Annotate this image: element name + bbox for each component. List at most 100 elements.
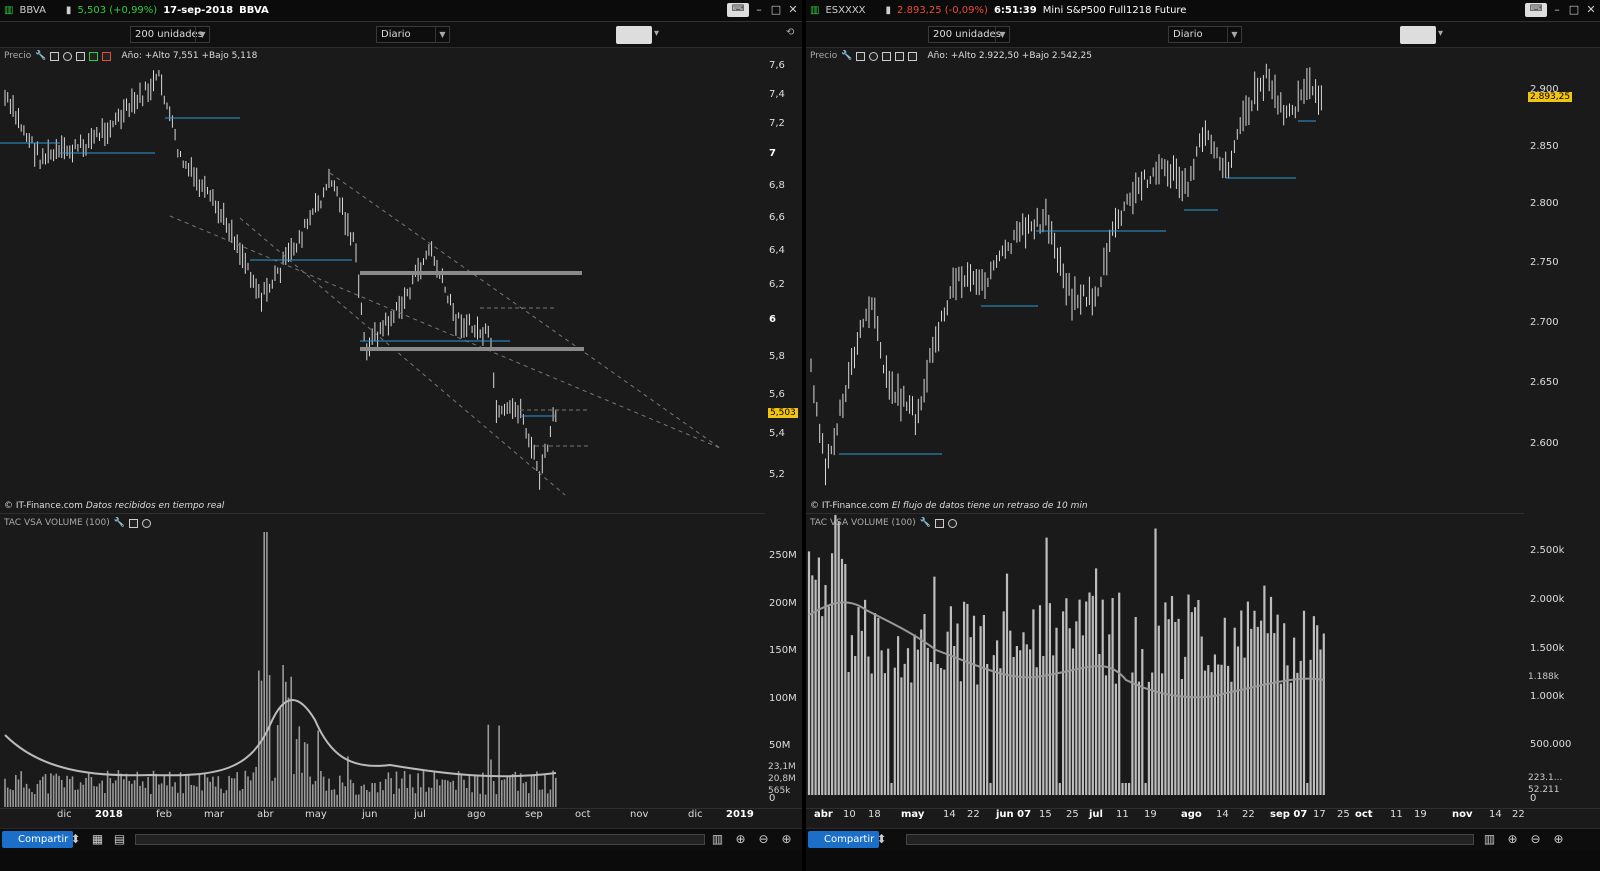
x-tick-label: nov [630,809,649,820]
right-units-value: 200 unidades [933,29,1001,40]
volume-tag: 20,8M [768,774,796,784]
x-tick-label: ago [467,809,486,820]
sync-icon[interactable]: ⟲ [786,27,794,38]
right-period-value: Diario [1173,29,1203,40]
left-chart-window: ▥ BBVA ▮ 5,503 (+0,99%) 17-sep-2018 BBVA… [0,0,802,871]
right-credit: © IT-Finance.com El flujo de datos tiene… [810,501,1088,511]
calendar-icon[interactable]: ▦ [90,832,105,847]
x-tick-label: jun [362,809,378,820]
volume-tag: 1.188k [1528,672,1559,682]
left-symbol[interactable]: BBVA [19,5,45,16]
x-tick-label: 14 [1216,809,1229,820]
left-window-controls: ⌨ – □ ✕ [727,3,800,17]
x-tick-label: 18 [868,809,881,820]
info-icon[interactable]: ▮ [886,5,892,16]
keyboard-icon[interactable]: ⌨ [1525,3,1547,17]
x-tick-label: sep 07 [1270,809,1308,820]
share-button[interactable]: Compartir [2,831,74,848]
volume-tag: 565k [768,786,791,796]
chart-type-icon[interactable]: ▥ [710,832,725,847]
zoom-in-icon[interactable]: ⊕ [779,832,794,847]
credit-note: El flujo de datos tiene un retraso de 10… [891,501,1088,511]
x-tick-label: oct [575,809,591,820]
zoom-fit-icon[interactable]: ⊕ [1505,832,1520,847]
credit-note: Datos recibidos en tiempo real [85,501,225,511]
left-volume-panel[interactable]: TAC VSA VOLUME (100) 🔧 [0,515,765,808]
x-tick-label: sep [525,809,543,820]
keyboard-icon[interactable]: ⌨ [727,3,749,17]
y-tick-label: 7,6 [769,60,785,71]
right-symbol[interactable]: ESXXXX [825,5,865,16]
maximize-icon[interactable]: □ [1567,3,1581,17]
share-label: Compartir [18,834,69,845]
left-price-chart [0,70,721,496]
layout-icon[interactable]: ▤ [112,832,127,847]
left-period-value: Diario [381,29,411,40]
info-icon[interactable]: ▮ [66,5,72,16]
left-bottom-bar: Compartir ⬍ ▦ ▤ ▥ ⊕ ⊖ ⊕ [0,828,802,850]
pointer-icon[interactable]: ⬍ [68,832,83,847]
zoom-fit-icon[interactable]: ⊕ [733,832,748,847]
credit-brand: © IT-Finance.com [810,501,889,511]
volume-tick-label: 200M [769,598,797,609]
candles-icon[interactable]: ▥ [810,5,819,16]
chevron-down-icon[interactable]: ▾ [1438,28,1443,39]
left-toolbar: 200 unidades ▼ Diario ▼ ▾ ⟲ [0,22,802,48]
x-tick-label: ago [1181,809,1202,820]
chevron-down-icon: ▼ [1227,27,1241,42]
add-indicator-button[interactable] [1400,26,1436,44]
left-last-price: 5,503 (+0,99%) [77,5,158,16]
chevron-down-icon[interactable]: ▾ [654,28,659,39]
left-period-select[interactable]: Diario ▼ [376,26,450,43]
right-volume-panel[interactable]: TAC VSA VOLUME (100) 🔧 [806,515,1524,808]
y-tick-label: 6 [769,314,776,325]
left-credit: © IT-Finance.com Datos recibidos en tiem… [4,501,224,511]
right-units-select[interactable]: 200 unidades ▼ [928,26,1010,43]
minimize-icon[interactable]: – [1550,3,1564,17]
minimize-icon[interactable]: – [752,3,766,17]
share-button[interactable]: Compartir [808,831,880,848]
close-icon[interactable]: ✕ [786,3,800,17]
right-title-bar: ▥ ESXXXX ▮ 2.893,25 (-0,09%) 6:51:39 Min… [806,0,1600,22]
y-tick-label: 2.700 [1530,317,1559,328]
zoom-in-icon[interactable]: ⊕ [1551,832,1566,847]
x-tick-label: 25 [1066,809,1079,820]
zoom-out-icon[interactable]: ⊖ [1528,832,1543,847]
right-toolbar: 200 unidades ▼ Diario ▼ ▾ [806,22,1600,48]
y-tick-label: 5,4 [769,428,785,439]
left-units-select[interactable]: 200 unidades ▼ [130,26,210,43]
right-time-axis: abr 10 18 may 14 22 jun 07 15 25 jul 11 19 ago 14 22 se… [806,808,1600,828]
right-window-controls: ⌨ – □ ✕ [1525,3,1598,17]
chevron-down-icon: ▼ [995,27,1009,42]
volume-tick-label: 2.500k [1530,545,1565,556]
x-tick-label: 11 [1390,809,1403,820]
add-indicator-button[interactable] [616,26,652,44]
chevron-down-icon: ▼ [435,27,449,42]
volume-tag: 223.1... [1528,773,1563,783]
chart-type-icon[interactable]: ▥ [1482,832,1497,847]
left-scrollbar[interactable] [135,834,705,845]
x-tick-label: 14 [943,809,956,820]
close-icon[interactable]: ✕ [1584,3,1598,17]
x-tick-label: 2019 [726,809,754,820]
x-tick-label: 2018 [95,809,123,820]
chevron-down-icon: ▼ [195,27,209,42]
candles-icon[interactable]: ▥ [4,5,13,16]
left-price-panel[interactable]: Precio 🔧 Año: +Alto 7,551 +Bajo 5,118 © … [0,48,765,514]
volume-tick-label: 1.000k [1530,691,1565,702]
volume-tag: 52.211 [1528,785,1560,795]
right-period-select[interactable]: Diario ▼ [1168,26,1242,43]
maximize-icon[interactable]: □ [769,3,783,17]
zoom-out-icon[interactable]: ⊖ [756,832,771,847]
right-scrollbar[interactable] [906,834,1474,845]
x-tick-label: oct [1355,809,1373,820]
x-tick-label: 22 [1242,809,1255,820]
volume-tick-label: 500.000 [1530,739,1572,750]
pointer-icon[interactable]: ⬍ [874,832,889,847]
left-date: 17-sep-2018 [163,5,234,16]
right-footer [806,850,1600,871]
x-tick-label: may [901,809,925,820]
right-price-panel[interactable]: Precio 🔧 Año: +Alto 2.922,50 +Bajo 2.542… [806,48,1524,514]
x-tick-label: 25 [1337,809,1350,820]
price-tag: 5,503 [768,408,798,418]
